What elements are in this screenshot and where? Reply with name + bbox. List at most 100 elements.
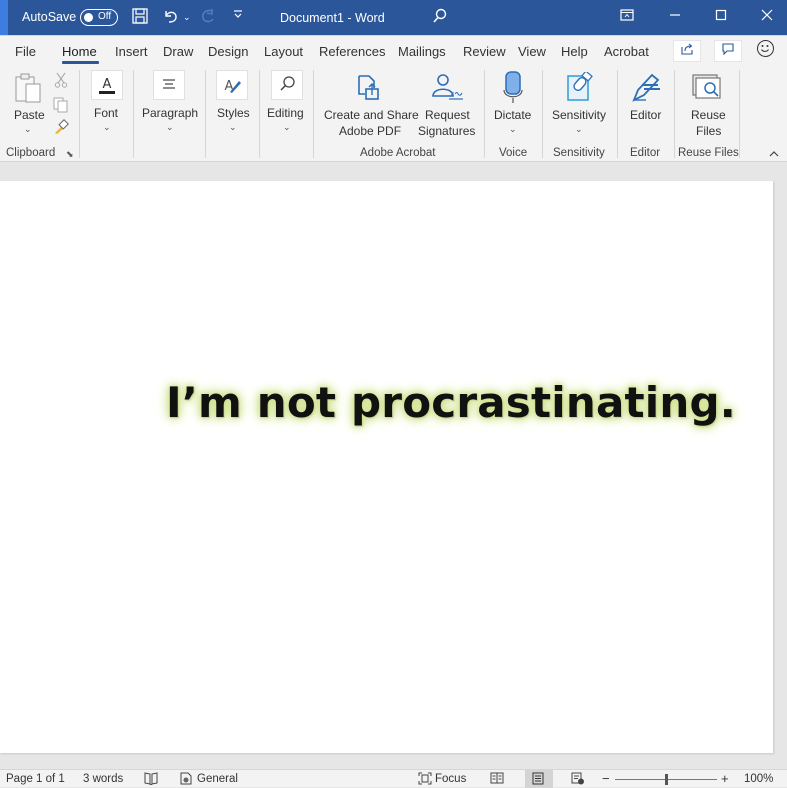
request-signatures-label-1[interactable]: Request (425, 108, 470, 122)
document-area: I’m not procrastinating. (0, 163, 787, 769)
copy-icon[interactable] (53, 97, 69, 118)
request-signatures-icon[interactable]: x (430, 72, 464, 107)
tab-design[interactable]: Design (208, 44, 248, 59)
autosave-label: AutoSave (22, 10, 77, 24)
title-accent (0, 0, 8, 35)
tab-review[interactable]: Review (463, 44, 506, 59)
ribbon-display-options-icon[interactable] (612, 6, 642, 28)
format-painter-icon[interactable] (53, 119, 69, 140)
editing-icon[interactable] (271, 70, 303, 100)
create-pdf-icon[interactable] (356, 74, 382, 107)
editing-dropdown-icon[interactable]: ⌄ (283, 122, 291, 133)
autosave-toggle[interactable]: Off (80, 9, 118, 26)
minimize-button[interactable] (660, 6, 690, 28)
paragraph-icon[interactable] (153, 70, 185, 100)
editor-icon[interactable] (630, 72, 662, 107)
zoom-out-button[interactable]: − (602, 771, 610, 786)
reuse-files-label-1[interactable]: Reuse (691, 108, 726, 122)
separator (259, 70, 260, 158)
close-button[interactable] (752, 6, 782, 28)
font-label[interactable]: Font (94, 106, 118, 120)
tab-insert[interactable]: Insert (115, 44, 148, 59)
clipboard-launcher-icon[interactable]: ⬊ (66, 149, 74, 160)
reuse-files-group-label: Reuse Files (678, 147, 739, 159)
separator (674, 70, 675, 158)
web-layout-icon[interactable] (571, 772, 585, 788)
tab-layout[interactable]: Layout (264, 44, 303, 59)
redo-icon (199, 8, 217, 29)
reuse-files-label-2[interactable]: Files (696, 124, 721, 138)
tab-acrobat[interactable]: Acrobat (604, 44, 649, 59)
svg-text:x: x (450, 90, 454, 98)
dictate-label[interactable]: Dictate (494, 108, 531, 122)
proofing-icon[interactable] (144, 772, 158, 788)
request-signatures-label-2[interactable]: Signatures (418, 124, 475, 138)
paste-label[interactable]: Paste (14, 108, 45, 122)
sensitivity-status-icon[interactable] (180, 772, 192, 788)
read-mode-icon[interactable] (490, 772, 504, 787)
focus-label[interactable]: Focus (435, 773, 466, 785)
page-count[interactable]: Page 1 of 1 (6, 773, 65, 785)
sensitivity-status-label[interactable]: General (197, 773, 238, 785)
dictate-dropdown-icon[interactable]: ⌄ (509, 124, 517, 135)
ribbon: Paste ⌄ Clipboard ⬊ A Font ⌄ Paragraph ⌄… (0, 64, 787, 162)
svg-text:A: A (103, 77, 112, 92)
separator (313, 70, 314, 158)
font-dropdown-icon[interactable]: ⌄ (103, 122, 111, 133)
zoom-level[interactable]: 100% (744, 773, 773, 785)
window-title: Document1 - Word (280, 11, 385, 25)
editor-label[interactable]: Editor (630, 108, 661, 122)
document-page[interactable]: I’m not procrastinating. (0, 181, 773, 753)
paragraph-label[interactable]: Paragraph (142, 106, 198, 120)
tab-file[interactable]: File (15, 44, 36, 59)
font-icon[interactable]: A (91, 70, 123, 100)
voice-group-label: Voice (499, 147, 528, 159)
search-icon[interactable] (432, 8, 448, 29)
adobe-acrobat-group-label: Adobe Acrobat (360, 147, 436, 159)
maximize-button[interactable] (706, 6, 736, 28)
separator (79, 70, 80, 158)
sensitivity-label[interactable]: Sensitivity (552, 108, 606, 122)
reuse-files-icon[interactable] (692, 74, 724, 107)
separator (484, 70, 485, 158)
autosave-state: Off (98, 11, 112, 22)
sensitivity-icon[interactable] (566, 70, 596, 107)
tab-home[interactable]: Home (62, 44, 97, 59)
styles-dropdown-icon[interactable]: ⌄ (229, 122, 237, 133)
tab-help[interactable]: Help (561, 44, 588, 59)
collapse-ribbon-icon[interactable] (769, 148, 779, 160)
microphone-icon[interactable] (502, 70, 524, 109)
tab-draw[interactable]: Draw (163, 44, 193, 59)
undo-icon[interactable] (162, 8, 180, 29)
paragraph-dropdown-icon[interactable]: ⌄ (166, 122, 174, 133)
tab-view[interactable]: View (518, 44, 546, 59)
toggle-knob (84, 12, 93, 22)
undo-dropdown-icon[interactable]: ⌄ (183, 8, 191, 26)
editing-label[interactable]: Editing (267, 106, 304, 120)
sensitivity-dropdown-icon[interactable]: ⌄ (575, 124, 583, 135)
cut-icon[interactable] (54, 72, 68, 93)
styles-icon[interactable]: A (216, 70, 248, 100)
customize-qat-icon[interactable] (233, 8, 243, 26)
status-bar: Page 1 of 1 3 words General Focus − + 10… (0, 769, 787, 788)
paste-icon[interactable] (14, 72, 44, 109)
zoom-in-button[interactable]: + (721, 771, 729, 786)
print-layout-icon[interactable] (532, 772, 544, 788)
zoom-slider-thumb[interactable] (665, 774, 668, 785)
comments-button[interactable] (714, 40, 742, 62)
word-count[interactable]: 3 words (83, 773, 123, 785)
focus-icon[interactable] (418, 772, 432, 788)
tab-references[interactable]: References (319, 44, 385, 59)
styles-label[interactable]: Styles (217, 106, 250, 120)
feedback-smiley-icon[interactable] (757, 40, 774, 57)
share-button[interactable] (673, 40, 701, 62)
separator (739, 70, 740, 158)
create-pdf-label-2[interactable]: Adobe PDF (339, 124, 401, 138)
create-pdf-label-1[interactable]: Create and Share (324, 108, 419, 122)
ribbon-tabs: File Home Insert Draw Design Layout Refe… (0, 35, 787, 64)
paste-dropdown-icon[interactable]: ⌄ (24, 124, 32, 135)
tab-mailings[interactable]: Mailings (398, 44, 446, 59)
save-icon[interactable] (132, 8, 148, 29)
separator (617, 70, 618, 158)
document-text[interactable]: I’m not procrastinating. (166, 378, 736, 427)
